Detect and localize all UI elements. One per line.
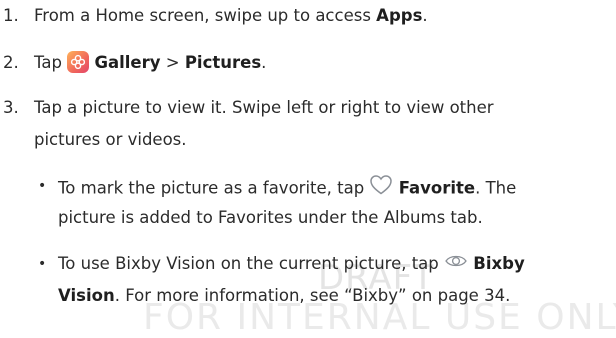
menu-separator: > xyxy=(165,53,180,72)
bullet-1-body: To mark the picture as a favorite, tap xyxy=(58,178,370,198)
bixby-vision-icon xyxy=(444,253,468,275)
step-3-line-2: pictures or videos. xyxy=(34,130,187,149)
gallery-app-icon xyxy=(67,50,90,73)
bixby-page-link[interactable]: “Bixby” on page 34 xyxy=(344,286,505,305)
bullet-2-body: . For more information, see xyxy=(114,286,345,305)
heart-icon xyxy=(369,174,393,202)
step-number: 1. xyxy=(3,6,19,25)
step-number: 3. xyxy=(3,98,19,117)
apps-keyword: Apps xyxy=(376,6,423,25)
step-2-text: Tap Gallery > Pictures. xyxy=(34,50,267,75)
bullet-2-line-2: Vision. For more information, see “Bixby… xyxy=(58,285,510,307)
bullet-2-period: . xyxy=(505,286,511,305)
bixby-keyword: Bixby xyxy=(473,254,525,273)
bullet-marker: • xyxy=(38,256,47,272)
bullet-2-body: To use Bixby Vision on the current pictu… xyxy=(58,254,445,273)
step-number: 2. xyxy=(3,53,19,72)
step-1-text: From a Home screen, swipe up to access A… xyxy=(34,5,428,27)
bullet-1-line-1: To mark the picture as a favorite, tap F… xyxy=(58,175,516,203)
bullet-1-tail: . The xyxy=(475,178,517,198)
step-1-period: . xyxy=(422,6,428,25)
favorite-keyword: Favorite xyxy=(398,178,476,198)
vision-keyword: Vision xyxy=(58,286,115,305)
step-1-body: From a Home screen, swipe up to access xyxy=(34,6,377,25)
bullet-1-line-2: picture is added to Favorites under the … xyxy=(58,208,483,227)
bullet-marker: • xyxy=(38,178,47,194)
bullet-2-line-1: To use Bixby Vision on the current pictu… xyxy=(58,253,525,276)
step-3-line-1: Tap a picture to view it. Swipe left or … xyxy=(34,98,494,117)
step-2-body: Tap xyxy=(34,53,68,72)
step-2-period: . xyxy=(261,53,267,72)
pictures-keyword: Pictures xyxy=(184,53,262,72)
gallery-keyword: Gallery xyxy=(94,53,161,72)
